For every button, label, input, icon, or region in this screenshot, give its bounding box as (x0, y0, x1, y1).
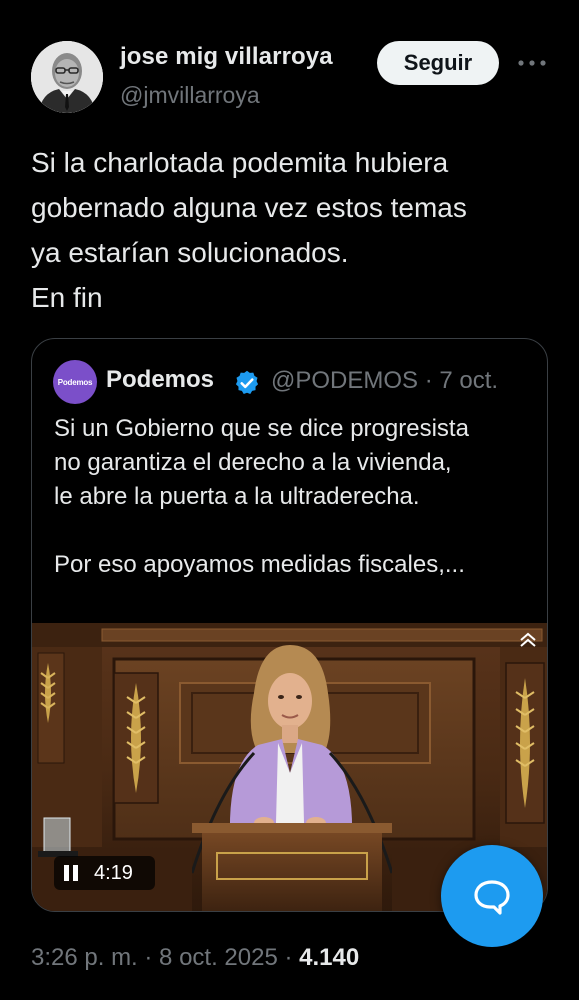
follow-button[interactable]: Seguir (377, 41, 499, 85)
tweet-detail-page: jose mig villarroya @jmvillarroya Seguir… (0, 0, 579, 1000)
quoted-author-name[interactable]: Podemos (106, 366, 214, 394)
quoted-text-line: le abre la puerta a la ultraderecha. (54, 483, 420, 510)
quoted-text-line: Si un Gobierno que se dice progresista (54, 415, 469, 442)
quoted-avatar-logo-text: Podemos (57, 377, 93, 387)
compose-reply-icon (474, 880, 510, 915)
fullscreen-icon[interactable] (519, 631, 537, 649)
author-handle[interactable]: @jmvillarroya (120, 82, 260, 109)
view-count[interactable]: 4.140 (299, 944, 359, 971)
quoted-text-line: Por eso apoyamos medidas fiscales,... (54, 551, 465, 578)
pause-icon[interactable] (64, 865, 80, 881)
quoted-text-line: no garantiza el derecho a la vivienda, (54, 449, 452, 476)
avatar-portrait-icon (31, 41, 103, 113)
quoted-tweet-card[interactable]: Podemos Podemos @PODEMOS · 7 oct. Si un … (31, 338, 548, 912)
tweet-text-line: gobernado alguna vez estos temas (31, 192, 467, 223)
video-duration: 4:19 (94, 861, 133, 884)
author-display-name[interactable]: jose mig villarroya (120, 43, 333, 71)
video-playback-control[interactable]: 4:19 (54, 856, 155, 890)
tweet-timestamp[interactable]: 3:26 p. m. · 8 oct. 2025 · (31, 944, 299, 971)
tweet-text: Si la charlotada podemita hubiera gobern… (31, 140, 551, 320)
compose-reply-button[interactable] (441, 845, 543, 947)
quoted-handle-date: @PODEMOS · 7 oct. (271, 367, 499, 394)
more-horizontal-icon (518, 60, 546, 66)
tweet-text-line: ya estarían solucionados. (31, 237, 349, 268)
tweet-text-line: En fin (31, 282, 103, 313)
more-options-button[interactable] (512, 50, 552, 76)
tweet-text-line: Si la charlotada podemita hubiera (31, 147, 449, 178)
quoted-author-avatar[interactable]: Podemos (53, 360, 97, 404)
verified-badge-icon (235, 370, 259, 394)
author-avatar[interactable] (31, 41, 103, 113)
quoted-tweet-text: Si un Gobierno que se dice progresista n… (54, 412, 534, 582)
tweet-meta: 3:26 p. m. · 8 oct. 2025 · 4.140 (31, 944, 359, 972)
